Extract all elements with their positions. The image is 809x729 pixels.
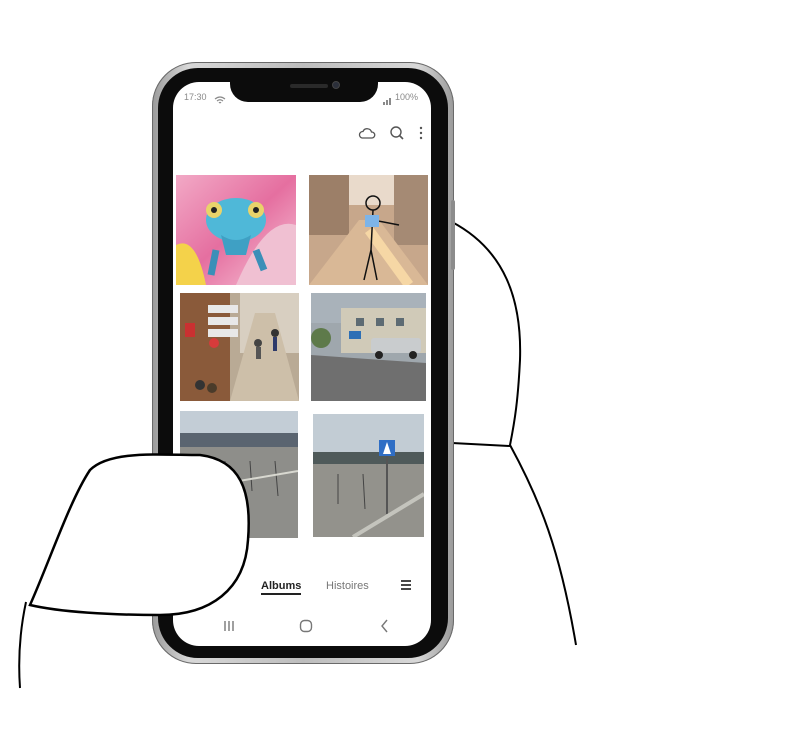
side-button xyxy=(451,200,455,270)
street-sketch-image xyxy=(309,175,428,285)
wifi-icon xyxy=(214,92,226,104)
street-parking-image xyxy=(311,293,426,401)
earpiece xyxy=(290,84,328,88)
status-battery: 100% xyxy=(395,92,419,102)
search-icon[interactable] xyxy=(388,124,406,142)
parking-lot-image xyxy=(180,411,298,538)
notch xyxy=(230,78,378,102)
status-time: 17:30 xyxy=(184,92,207,102)
photo-thumbnail-parking-lot[interactable] xyxy=(180,411,298,538)
menu-icon[interactable] xyxy=(399,578,413,592)
tab-albums[interactable]: Albums xyxy=(261,580,302,595)
photo-thumbnail-signpost-crowd[interactable] xyxy=(180,293,299,401)
tab-stories[interactable]: Histoires xyxy=(326,580,369,592)
photo-thumbnail-street-parking[interactable] xyxy=(311,293,426,401)
photo-thumbnail-chameleon[interactable] xyxy=(176,175,296,285)
front-camera xyxy=(332,81,340,89)
more-vertical-icon[interactable] xyxy=(416,124,426,142)
back-icon[interactable] xyxy=(376,617,394,635)
photo-thumbnail-parking-crosswalk[interactable] xyxy=(313,414,424,537)
home-icon[interactable] xyxy=(297,617,315,635)
photo-thumbnail-street-sketch[interactable] xyxy=(309,175,428,285)
recent-apps-icon[interactable] xyxy=(220,617,238,635)
signpost-crowd-image xyxy=(180,293,299,401)
parking-crosswalk-image xyxy=(313,414,424,537)
cloud-icon[interactable] xyxy=(358,124,376,142)
chameleon-image xyxy=(176,175,296,285)
signal-icon xyxy=(383,92,393,105)
